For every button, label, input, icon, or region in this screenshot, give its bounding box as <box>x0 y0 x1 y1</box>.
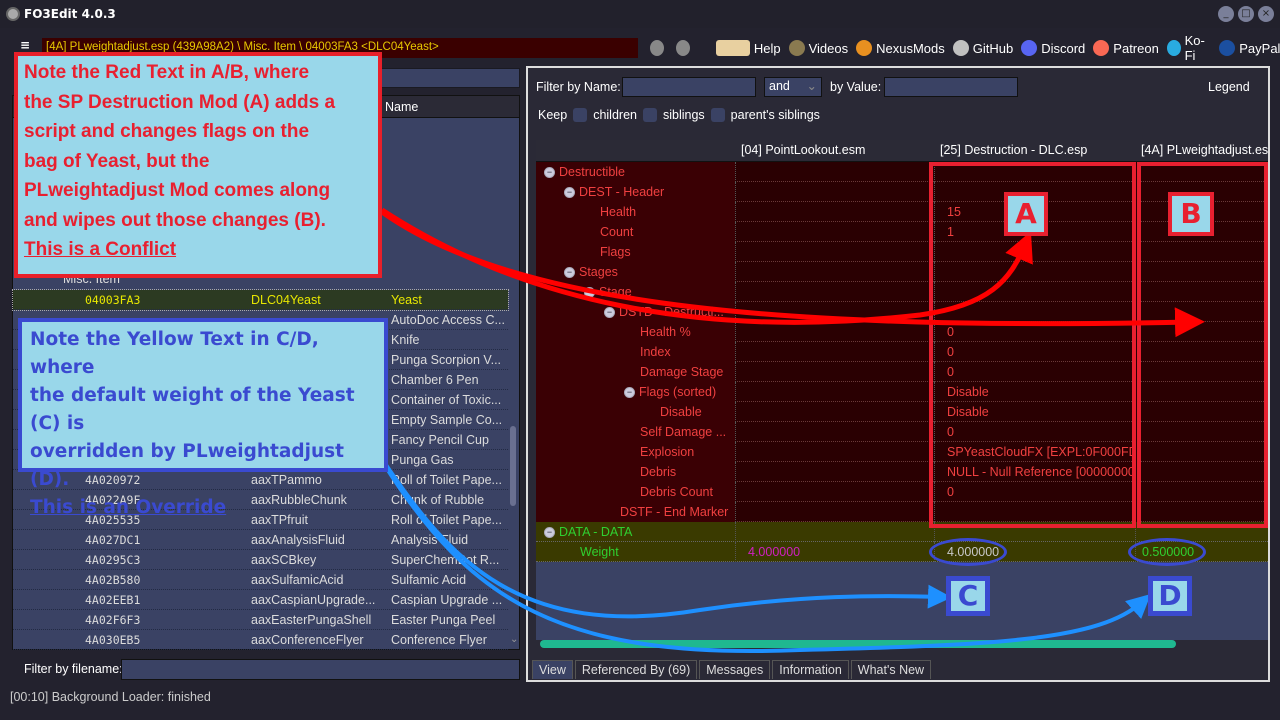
note-line: overridden by PLweightadjust (D). <box>30 441 344 490</box>
note-line: the SP Destruction Mod (A) adds a <box>24 91 336 113</box>
note-line: bag of Yeast, but the <box>24 150 210 172</box>
arrow-to-a <box>380 207 1033 325</box>
note-emphasis: This is an Override <box>30 497 227 518</box>
label-d: D <box>1148 576 1192 616</box>
note-line: Note the Yellow Text in C/D, where <box>30 329 319 378</box>
arrow-to-b <box>380 209 1205 338</box>
note-line: the default weight of the Yeast (C) is <box>30 385 355 434</box>
label-a: A <box>1004 192 1048 236</box>
label-c: C <box>946 576 990 616</box>
note-line: PLweightadjust Mod comes along <box>24 180 331 201</box>
arrow-to-c <box>382 460 952 619</box>
note-line: Note the Red Text in A/B, where <box>24 62 310 83</box>
note-line: script and changes flags on the <box>24 121 310 142</box>
label-b: B <box>1168 192 1214 236</box>
override-note: Note the Yellow Text in C/D, where the d… <box>18 318 388 518</box>
conflict-note: Note the Red Text in A/B, where the SP D… <box>14 52 382 278</box>
note-emphasis: This is a Conflict <box>24 239 177 260</box>
arrow-to-d <box>382 462 1151 654</box>
note-line: and wipes out those changes (B). <box>24 209 326 231</box>
